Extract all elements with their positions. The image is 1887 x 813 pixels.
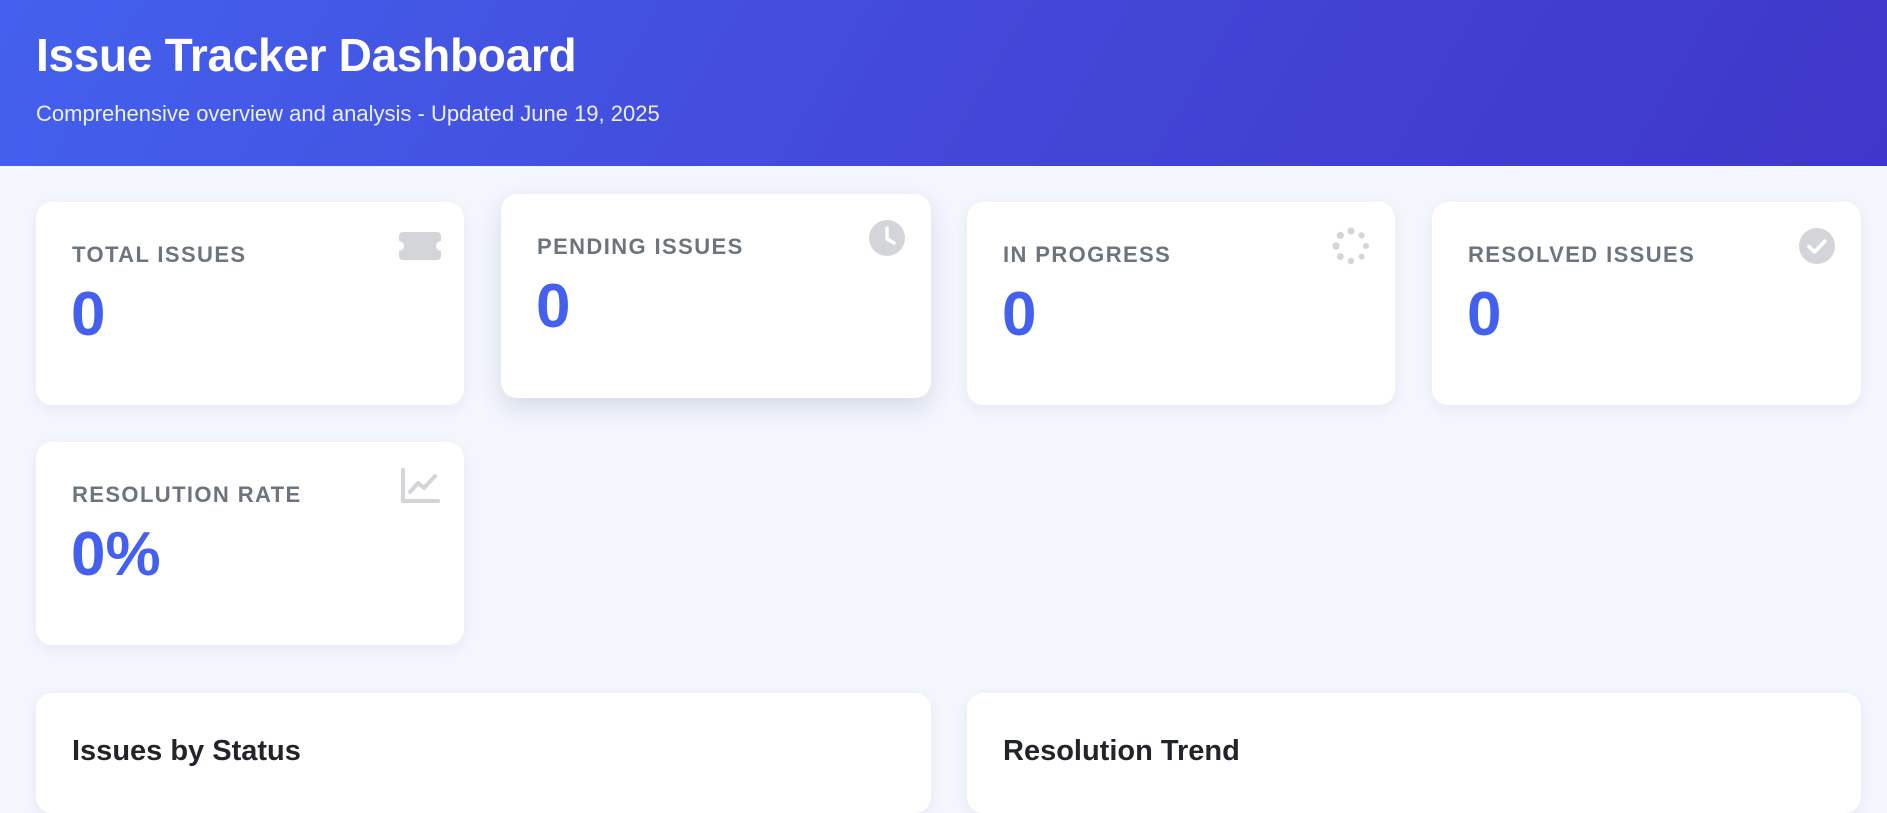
issues-by-status-panel: Issues by Status <box>36 693 931 813</box>
stat-label: PENDING ISSUES <box>537 234 744 259</box>
clock-icon <box>865 216 909 260</box>
dashboard-header: Issue Tracker Dashboard Comprehensive ov… <box>0 0 1887 166</box>
stat-card-resolved-issues: RESOLVED ISSUES 0 <box>1432 202 1861 405</box>
stat-value: 0% <box>71 520 161 589</box>
stat-value: 0 <box>536 272 571 341</box>
panel-title: Issues by Status <box>72 735 301 767</box>
stat-card-total-issues: TOTAL ISSUES 0 <box>36 202 464 405</box>
resolution-trend-panel: Resolution Trend <box>967 693 1861 813</box>
page-subtitle: Comprehensive overview and analysis - Up… <box>36 101 660 126</box>
stat-card-pending-issues: PENDING ISSUES 0 <box>501 194 931 398</box>
stat-label: RESOLVED ISSUES <box>1468 242 1696 267</box>
chart-line-icon <box>398 464 442 508</box>
stat-card-in-progress: IN PROGRESS 0 <box>967 202 1395 405</box>
stat-label: RESOLUTION RATE <box>72 482 302 507</box>
check-circle-icon <box>1795 224 1839 268</box>
stat-value: 0 <box>1467 280 1502 349</box>
spinner-icon <box>1329 224 1373 268</box>
stat-value: 0 <box>71 280 106 349</box>
stat-value: 0 <box>1002 280 1037 349</box>
panel-title: Resolution Trend <box>1003 735 1240 767</box>
stat-label: TOTAL ISSUES <box>72 242 247 267</box>
stat-card-resolution-rate: RESOLUTION RATE 0% <box>36 442 464 645</box>
page-title: Issue Tracker Dashboard <box>36 29 577 81</box>
stat-label: IN PROGRESS <box>1003 242 1172 267</box>
ticket-icon <box>398 224 442 268</box>
